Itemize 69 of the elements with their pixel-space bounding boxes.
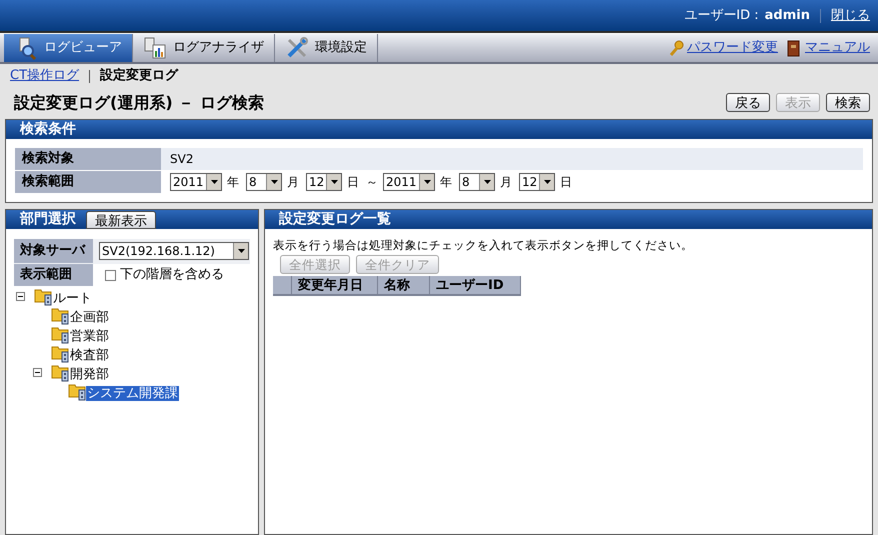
refresh-button[interactable]: 最新表示	[86, 211, 156, 229]
date-dropdown[interactable]: 8	[459, 173, 495, 191]
date-dropdown[interactable]: 12	[306, 173, 342, 191]
tree-item[interactable]: システム開発課	[86, 386, 179, 401]
caret-icon	[238, 249, 244, 253]
document-chart-icon	[143, 36, 167, 60]
date-unit: 月	[287, 174, 299, 191]
column-header: 変更年月日	[292, 276, 378, 294]
date-dropdown[interactable]: 12	[519, 173, 555, 191]
caret-icon	[544, 180, 550, 184]
field-label: 検索範囲	[15, 171, 161, 193]
tree-toggle[interactable]	[33, 368, 42, 377]
user-id-label: ユーザーID :	[684, 6, 759, 25]
tree-item[interactable]: ルート	[52, 291, 93, 306]
folder-icon	[51, 306, 69, 325]
breadcrumb-link[interactable]: CT操作ログ	[10, 66, 80, 86]
column-header: 名称	[378, 276, 430, 294]
date-unit: 年	[440, 174, 452, 191]
nav-tab[interactable]: ログビューア	[4, 34, 133, 62]
caret-icon	[210, 180, 218, 184]
field-value: SV2	[161, 148, 863, 170]
page-title: 設定変更ログ(運用系) － ログ検索	[14, 92, 265, 114]
action-button[interactable]: 戻る	[726, 93, 770, 112]
date-unit: 日	[347, 174, 359, 191]
caret-icon	[330, 180, 338, 184]
range-separator: ～	[366, 174, 378, 191]
caret-icon	[270, 180, 278, 184]
tree-toggle[interactable]	[16, 292, 25, 301]
close-link[interactable]: 閉じる	[831, 6, 870, 26]
panel-title: 検索条件	[20, 120, 76, 139]
nav-tab[interactable]: ログアナライザ	[133, 34, 275, 62]
server-dropdown[interactable]: SV2(192.168.1.12)	[99, 242, 249, 260]
date-unit: 日	[560, 174, 572, 191]
date-dropdown[interactable]: 2011	[170, 173, 222, 191]
caret-icon	[424, 180, 430, 184]
folder-icon	[68, 382, 86, 401]
tree-item[interactable]: 開発部	[69, 367, 110, 382]
minus-icon	[34, 369, 41, 376]
date-dropdown[interactable]: 8	[246, 173, 282, 191]
folder-icon	[51, 363, 69, 382]
field-label: 対象サーバ	[14, 239, 93, 263]
tools-icon	[285, 36, 309, 60]
breadcrumb-current: 設定変更ログ	[100, 66, 178, 86]
checkbox-label: 下の階層を含める	[120, 266, 224, 284]
nav-tab[interactable]: 環境設定	[275, 34, 378, 62]
key-icon	[668, 40, 684, 56]
tree-item[interactable]: 企画部	[69, 310, 110, 325]
panel-title: 部門選択	[20, 210, 76, 229]
tree-item[interactable]: 検査部	[69, 348, 110, 363]
column-header: ユーザーID	[430, 276, 521, 294]
field-label: 表示範囲	[14, 264, 93, 286]
tab-link[interactable]: パスワード変更	[687, 38, 778, 58]
checkbox[interactable]	[105, 270, 116, 280]
action-button[interactable]: 検索	[826, 93, 870, 112]
date-unit: 年	[227, 174, 239, 191]
folder-icon	[51, 325, 69, 344]
instruction-text: 表示を行う場合は処理対象にチェックを入れて表示ボタンを押してください。	[273, 237, 693, 254]
minus-icon	[17, 293, 24, 300]
folder-icon	[34, 287, 52, 306]
tab-link[interactable]: マニュアル	[805, 38, 870, 58]
tree-item[interactable]: 営業部	[69, 329, 110, 344]
user-id: admin	[764, 6, 810, 25]
folder-icon	[51, 344, 69, 363]
panel-title: 設定変更ログ一覧	[279, 210, 391, 229]
date-dropdown[interactable]: 2011	[383, 173, 435, 191]
field-label: 検索対象	[15, 148, 161, 170]
date-unit: 月	[500, 174, 512, 191]
book-icon	[786, 40, 802, 56]
caret-icon	[484, 180, 490, 184]
